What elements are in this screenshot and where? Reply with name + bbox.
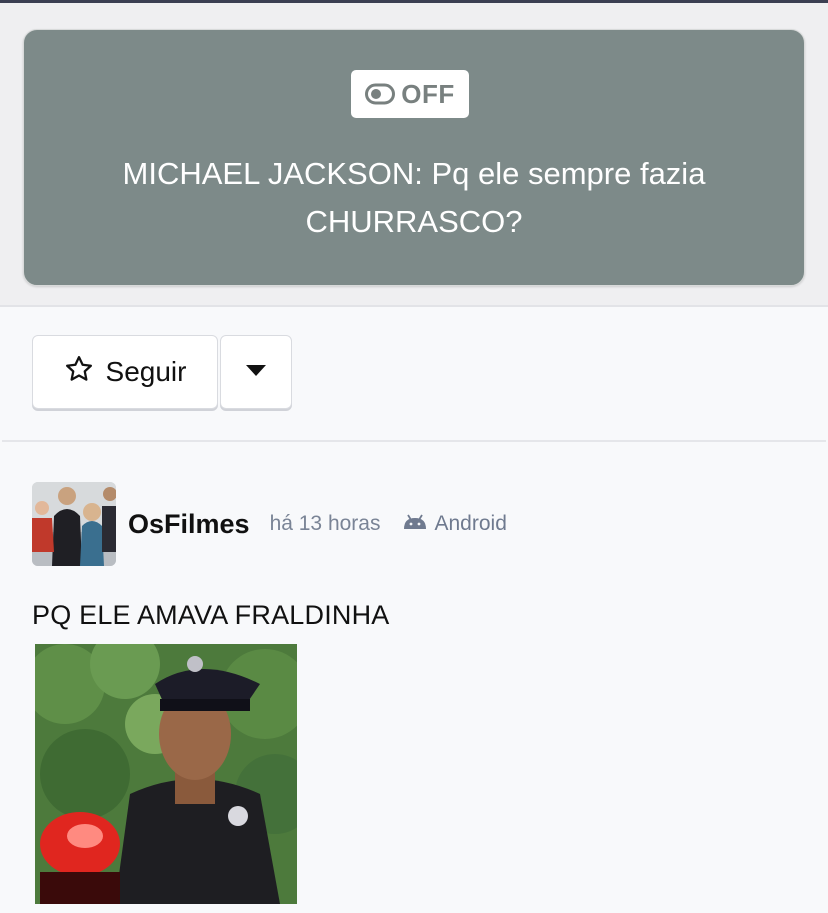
section-divider	[2, 440, 826, 442]
follow-label: Seguir	[105, 356, 187, 387]
caret-down-icon	[245, 363, 267, 382]
topic-title: MICHAEL JACKSON: Pq ele sempre fazia CHU…	[122, 156, 706, 239]
post-image[interactable]	[35, 644, 297, 904]
post-text: PQ ELE AMAVA FRALDINHA	[32, 600, 390, 630]
avatar[interactable]	[32, 482, 116, 566]
toggle-off-icon	[365, 83, 396, 105]
platform-info: Android	[402, 512, 507, 536]
follow-options-button[interactable]	[220, 335, 292, 409]
topic-header: OFF MICHAEL JACKSON: Pq ele sempre fazia…	[0, 3, 828, 307]
post-time[interactable]: há 13 horas	[270, 512, 381, 536]
android-icon	[402, 512, 428, 536]
topic-actions: Seguir	[32, 335, 292, 409]
off-badge-label: OFF	[401, 78, 455, 109]
post-header: OsFilmes há 13 horas Android	[32, 482, 507, 566]
off-badge: OFF	[351, 70, 469, 118]
topic-card: OFF MICHAEL JACKSON: Pq ele sempre fazia…	[23, 29, 805, 286]
star-outline-icon	[64, 354, 94, 391]
follow-button[interactable]: Seguir	[32, 335, 218, 409]
platform-label: Android	[434, 512, 507, 535]
author-name[interactable]: OsFilmes	[128, 509, 250, 540]
